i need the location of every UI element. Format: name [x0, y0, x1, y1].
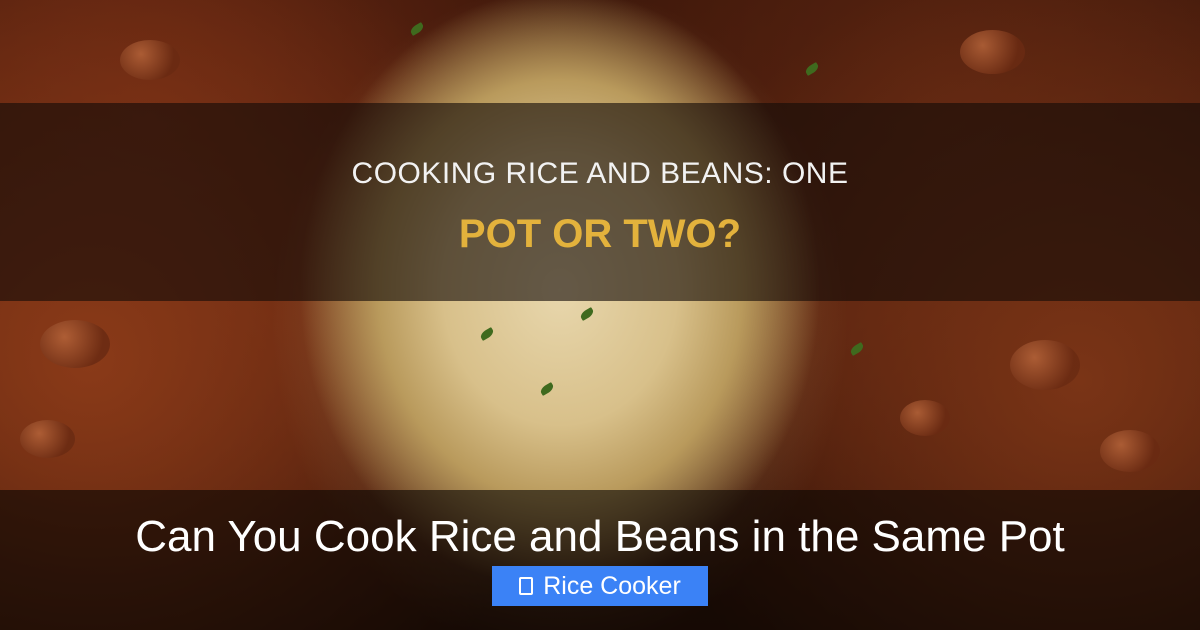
herb-decor: [538, 382, 556, 396]
bean-decor: [1100, 430, 1160, 472]
page-title: Can You Cook Rice and Beans in the Same …: [135, 512, 1065, 561]
featured-image: COOKING RICE AND BEANS: ONE POT OR TWO? …: [0, 0, 1200, 630]
bean-decor: [120, 40, 180, 80]
herb-decor: [803, 62, 821, 76]
category-label: Rice Cooker: [543, 571, 681, 600]
bean-decor: [20, 420, 75, 458]
herb-decor: [578, 307, 596, 321]
herb-decor: [848, 342, 866, 356]
bean-decor: [900, 400, 950, 436]
headline-overlay: [0, 103, 1200, 301]
category-badge[interactable]: Rice Cooker: [492, 566, 708, 606]
headline-line-1: COOKING RICE AND BEANS: ONE: [351, 157, 849, 190]
bean-decor: [40, 320, 110, 368]
herb-decor: [478, 327, 496, 341]
headline-line-2: POT OR TWO?: [458, 212, 742, 256]
bean-decor: [1010, 340, 1080, 390]
herb-decor: [408, 22, 426, 36]
tag-icon: [519, 577, 534, 595]
bean-decor: [960, 30, 1025, 74]
